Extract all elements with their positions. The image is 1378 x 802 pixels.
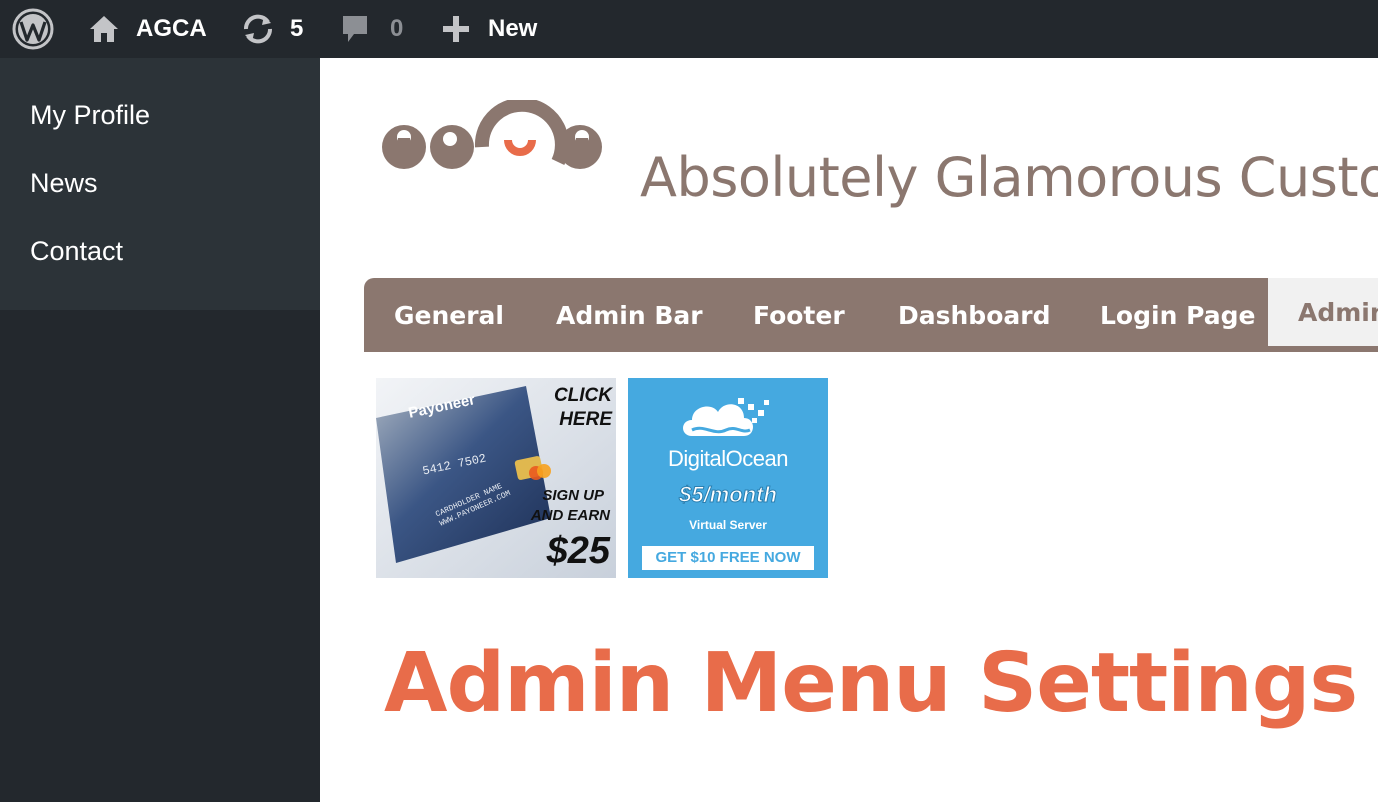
sidebar-item-my-profile[interactable]: My Profile [30,100,150,131]
admin-sidebar: My Profile News Contact [0,58,320,802]
new-content-menu[interactable]: New [442,0,537,58]
comment-bubble-icon [340,13,370,45]
digitalocean-brand: DigitalOcean [668,446,788,471]
tab-footer[interactable]: Footer [753,278,845,352]
tab-login-page[interactable]: Login Page [1100,278,1255,352]
site-menu[interactable]: AGCA [88,0,207,58]
sidebar-item-contact[interactable]: Contact [30,236,123,267]
digitalocean-cta-button[interactable]: GET $10 FREE NOW [642,546,814,570]
cloud-icon [678,394,774,449]
payoneer-amount: $25 [546,530,610,572]
agca-logo [380,97,606,195]
sidebar-item-news[interactable]: News [30,168,98,199]
payoneer-cta: CLICK HERE [553,385,612,430]
sidebar-menu: My Profile News Contact [0,58,320,310]
tab-general[interactable]: General [394,278,504,352]
main-content: Absolutely Glamorous Custom Admin Genera… [320,58,1378,802]
home-icon [88,14,120,44]
tab-admin-bar[interactable]: Admin Bar [556,278,703,352]
wordpress-logo-icon[interactable] [12,0,54,58]
comments-menu[interactable]: 0 [340,0,403,58]
payoneer-ad-banner[interactable]: Payoneer 5412 7502 CARDHOLDER NAME WWW.P… [376,378,616,578]
digitalocean-ad-banner[interactable]: DigitalOcean $5/month Virtual Server GET… [628,378,828,578]
payoneer-signup-line-2: AND EARN [530,507,610,524]
updates-icon [240,13,276,45]
settings-tabs: General Admin Bar Footer Dashboard Login… [364,278,1378,352]
updates-menu[interactable]: 5 [240,0,303,58]
plus-icon [442,15,470,43]
site-name: AGCA [136,15,207,42]
digitalocean-subtitle: Virtual Server [689,518,767,532]
page-heading: Admin Menu Settings [384,636,1358,731]
comments-count: 0 [390,15,404,42]
digitalocean-price: $5/month [679,482,778,508]
site-title: Absolutely Glamorous Custom Admin [640,146,1378,209]
tab-admin-menu[interactable]: Admin Menu [1268,278,1378,346]
admin-bar: AGCA 5 0 New [0,0,1378,58]
payoneer-signup-line-1: SIGN UP [542,487,604,504]
updates-count: 5 [290,15,304,42]
tab-dashboard[interactable]: Dashboard [898,278,1050,352]
new-label: New [488,15,538,42]
